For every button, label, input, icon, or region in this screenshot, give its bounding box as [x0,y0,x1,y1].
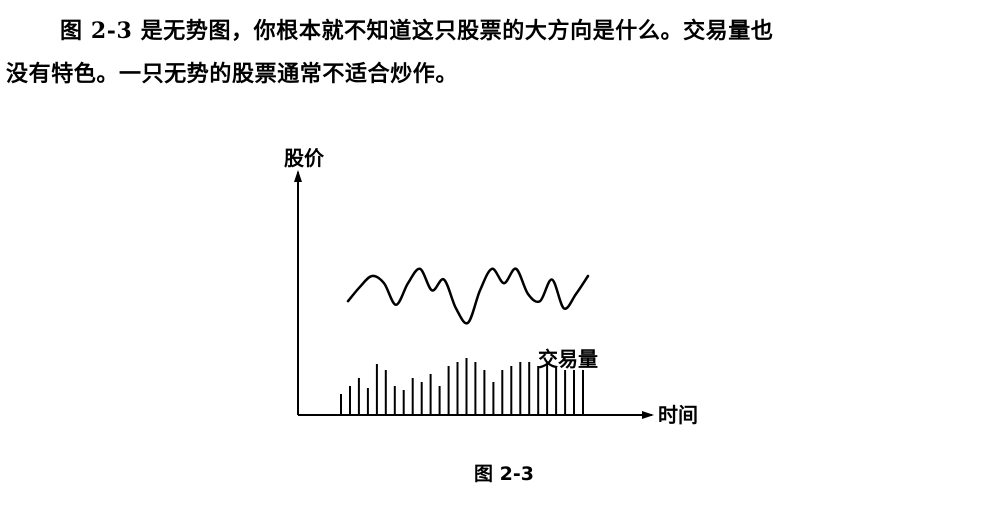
x-axis-label: 时间 [658,403,698,427]
volume-bars [340,358,584,414]
y-axis-label: 股价 [284,146,325,170]
price-volume-chart: 股价 时间 交易量 [284,146,698,427]
price-line [346,267,590,325]
figure-caption: 图 2-3 [474,463,534,485]
